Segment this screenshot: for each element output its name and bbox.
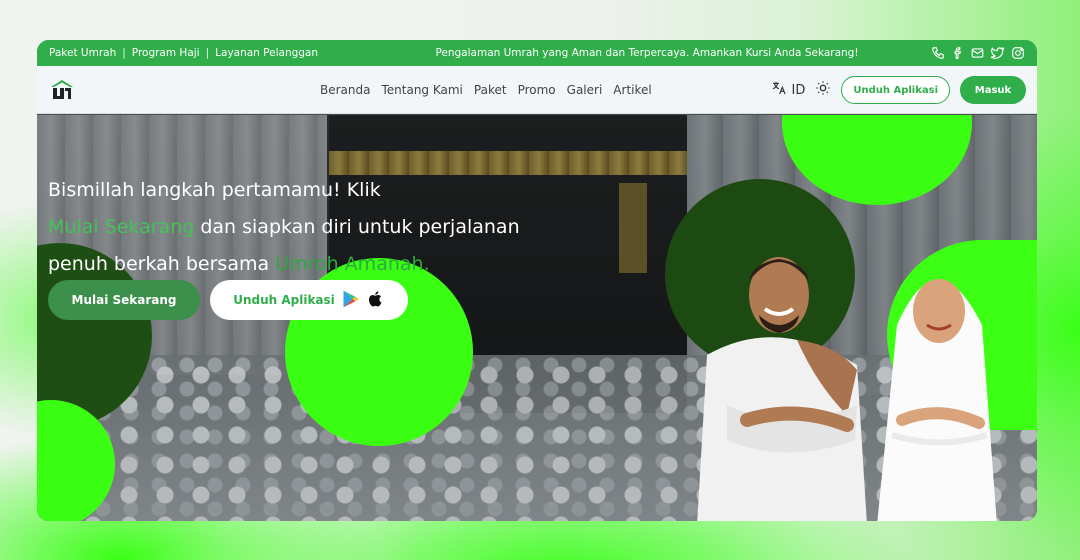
hero-line-2-text: dan siapkan diri untuk perjalanan (194, 216, 520, 238)
hero-section: Bismillah langkah pertamamu! Klik Mulai … (37, 115, 1037, 521)
twitter-icon[interactable] (990, 46, 1005, 61)
link-program-haji[interactable]: Program Haji (132, 47, 200, 59)
hero-highlight-brand: Umroh Amanah. (275, 253, 430, 275)
language-switcher[interactable]: ID (771, 80, 805, 100)
translate-icon (771, 80, 787, 100)
instagram-icon[interactable] (1010, 46, 1025, 61)
hero-line-3-text: penuh berkah bersama (48, 253, 276, 275)
mail-icon[interactable] (970, 46, 985, 61)
language-code: ID (791, 82, 806, 98)
separator: | (122, 47, 126, 59)
nav-beranda[interactable]: Beranda (320, 83, 370, 97)
hero-cta-group: Mulai Sekarang Unduh Aplikasi (48, 280, 408, 320)
theme-toggle-sun-icon[interactable] (815, 80, 831, 100)
hero-highlight-start: Mulai Sekarang (48, 216, 195, 238)
hero-line-1: Bismillah langkah pertamamu! Klik (48, 179, 381, 201)
main-navbar: Beranda Tentang Kami Paket Promo Galeri … (37, 66, 1037, 114)
link-layanan-pelanggan[interactable]: Layanan Pelanggan (215, 47, 318, 59)
nav-promo[interactable]: Promo (518, 83, 556, 97)
download-app-label: Unduh Aplikasi (233, 293, 335, 307)
nav-galeri[interactable]: Galeri (567, 83, 603, 97)
hero-line-3: penuh berkah bersama Umroh Amanah. (48, 246, 568, 283)
top-links: Paket Umrah | Program Haji | Layanan Pel… (49, 47, 379, 59)
tagline: Pengalaman Umrah yang Aman dan Terpercay… (435, 47, 859, 59)
hero-line-2: Mulai Sekarang dan siapkan diri untuk pe… (48, 209, 568, 246)
website-frame: Paket Umrah | Program Haji | Layanan Pel… (37, 40, 1037, 521)
facebook-icon[interactable] (950, 46, 965, 61)
hero-heading: Bismillah langkah pertamamu! Klik Mulai … (48, 172, 568, 283)
login-button[interactable]: Masuk (960, 76, 1026, 104)
download-app-button[interactable]: Unduh Aplikasi (841, 76, 950, 104)
top-bar: Paket Umrah | Program Haji | Layanan Pel… (37, 40, 1037, 66)
nav-paket[interactable]: Paket (474, 83, 507, 97)
apple-icon[interactable] (367, 289, 385, 312)
nav-tentang-kami[interactable]: Tentang Kami (381, 83, 462, 97)
separator: | (205, 47, 210, 59)
download-app-hero-button[interactable]: Unduh Aplikasi (210, 280, 408, 320)
start-now-button[interactable]: Mulai Sekarang (48, 280, 200, 320)
nav-artikel[interactable]: Artikel (613, 83, 651, 97)
nav-actions: ID Unduh Aplikasi Masuk (771, 66, 1026, 114)
link-paket-umrah[interactable]: Paket Umrah (49, 47, 116, 59)
phone-icon[interactable] (930, 46, 945, 61)
google-play-icon[interactable] (341, 289, 361, 312)
logo-icon[interactable] (49, 77, 75, 103)
social-links (915, 46, 1025, 61)
pilgrim-couple-image (697, 257, 997, 521)
main-menu: Beranda Tentang Kami Paket Promo Galeri … (320, 66, 652, 114)
